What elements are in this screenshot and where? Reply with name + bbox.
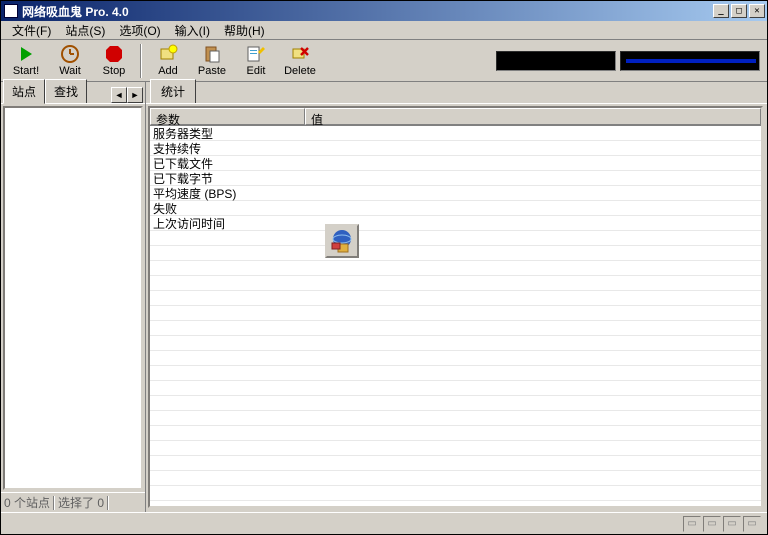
stop-icon [104,44,124,64]
status-bar: ▭ ▭ ▭ ▭ [1,512,767,534]
param-row[interactable]: 已下载文件 [150,156,761,171]
paste-button[interactable]: Paste [190,42,234,80]
toolbar: Start! Wait Stop Add Paste Edit Delete [1,40,767,82]
param-row[interactable]: 上次访问时间 [150,216,761,231]
app-icon [4,4,18,18]
tab-nav: ◄ ► [111,87,143,103]
window-controls: _ □ ✕ [713,4,767,18]
menu-bar: 文件(F) 站点(S) 选项(O) 输入(I) 帮助(H) [1,21,767,40]
edit-button[interactable]: Edit [234,42,278,80]
stop-button[interactable]: Stop [92,42,136,80]
play-icon [16,44,36,64]
close-button[interactable]: ✕ [749,4,765,18]
list-rows: 服务器类型 支持续传 已下载文件 已下载字节 平均速度 (BPS) 失败 上次访… [150,126,761,506]
nav-left-button[interactable]: ◄ [111,87,127,103]
wait-button[interactable]: Wait [48,42,92,80]
add-icon [158,44,178,64]
left-panel: 站点 查找 ◄ ► 0 个站点 选择了 0 [1,82,146,512]
site-list[interactable] [3,106,143,490]
left-tabs: 站点 查找 ◄ ► [1,82,145,104]
right-panel: 统计 参数 值 服务器类型 支持续传 已下载文件 已下载字节 平均速度 (BPS… [146,82,767,512]
param-row[interactable]: 服务器类型 [150,126,761,141]
window-title: 网络吸血鬼 Pro. 4.0 [22,3,713,20]
center-app-icon [325,224,359,258]
menu-help[interactable]: 帮助(H) [217,20,272,41]
clock-icon [60,44,80,64]
col-param[interactable]: 参数 [150,108,305,125]
toolbar-separator [140,44,142,78]
menu-file[interactable]: 文件(F) [5,20,58,41]
param-row[interactable]: 支持续传 [150,141,761,156]
statusbar-icon-2[interactable]: ▭ [703,516,721,532]
nav-right-button[interactable]: ► [127,87,143,103]
tab-find[interactable]: 查找 [45,79,87,103]
stats-list: 参数 值 服务器类型 支持续传 已下载文件 已下载字节 平均速度 (BPS) 失… [148,106,763,508]
statusbar-icon-4[interactable]: ▭ [743,516,761,532]
title-bar: 网络吸血鬼 Pro. 4.0 _ □ ✕ [1,1,767,21]
status-selected-count: 选择了 0 [58,494,104,511]
param-row[interactable]: 已下载字节 [150,171,761,186]
start-button[interactable]: Start! [4,42,48,80]
paste-icon [202,44,222,64]
tab-stats[interactable]: 统计 [150,79,196,103]
content-area: 站点 查找 ◄ ► 0 个站点 选择了 0 统计 参数 [1,82,767,512]
list-header: 参数 值 [150,108,761,126]
left-status: 0 个站点 选择了 0 [1,492,145,512]
menu-site[interactable]: 站点(S) [58,20,112,41]
maximize-button[interactable]: □ [731,4,747,18]
param-row[interactable]: 失败 [150,201,761,216]
menu-input[interactable]: 输入(I) [168,20,217,41]
status-display-2 [620,51,760,71]
minimize-button[interactable]: _ [713,4,729,18]
app-window: 网络吸血鬼 Pro. 4.0 _ □ ✕ 文件(F) 站点(S) 选项(O) 输… [0,0,768,535]
statusbar-icon-1[interactable]: ▭ [683,516,701,532]
status-site-count: 0 个站点 [4,494,50,511]
statusbar-icon-3[interactable]: ▭ [723,516,741,532]
delete-icon [290,44,310,64]
param-row[interactable]: 平均速度 (BPS) [150,186,761,201]
tab-site[interactable]: 站点 [3,79,45,104]
delete-button[interactable]: Delete [278,42,322,80]
status-display-1 [496,51,616,71]
right-tabs: 统计 [146,82,767,104]
col-value[interactable]: 值 [305,108,761,125]
menu-options[interactable]: 选项(O) [112,20,167,41]
add-button[interactable]: Add [146,42,190,80]
edit-icon [246,44,266,64]
